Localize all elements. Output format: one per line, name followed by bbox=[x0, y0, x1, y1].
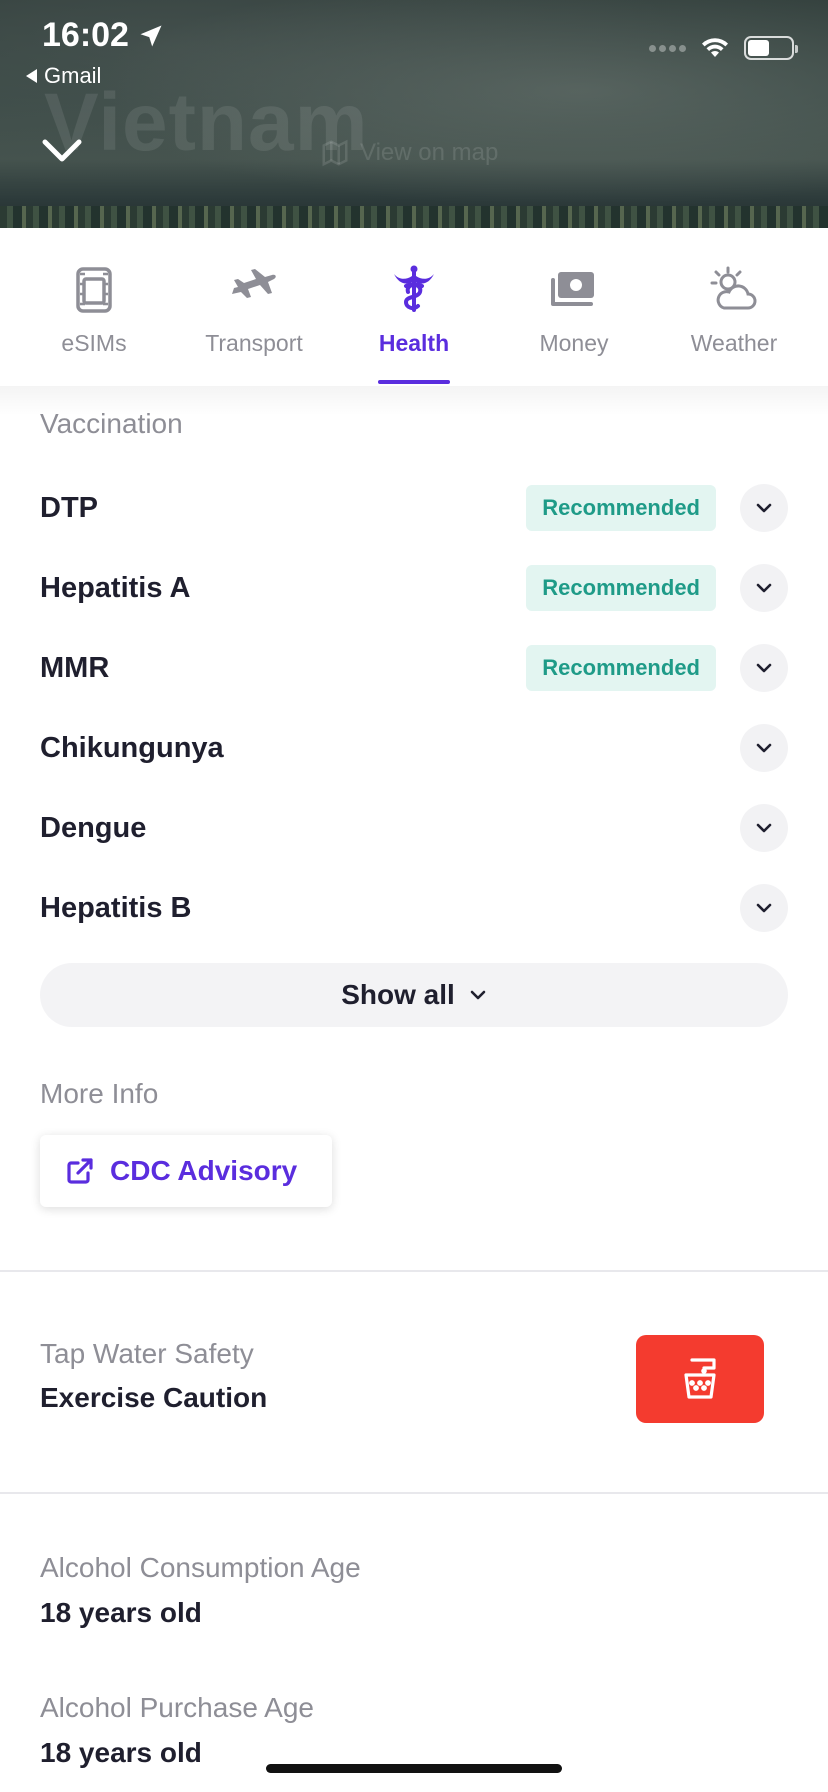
cellular-signal-icon bbox=[649, 44, 686, 52]
show-all-label: Show all bbox=[341, 979, 455, 1010]
tap-water-status-tile bbox=[636, 1335, 764, 1423]
money-icon bbox=[551, 272, 594, 306]
chevron-down-icon bbox=[756, 663, 772, 673]
tab-esims-label: eSIMs bbox=[61, 330, 127, 356]
recommended-badge: Recommended bbox=[526, 645, 716, 691]
chevron-down-icon bbox=[756, 503, 772, 513]
hero-header: Vietnam View on map 16:02 Gmail bbox=[0, 0, 828, 228]
external-link-icon bbox=[67, 1158, 93, 1184]
back-triangle-icon bbox=[26, 69, 37, 83]
alcohol-consumption-label: Alcohol Consumption Age bbox=[40, 1552, 361, 1583]
recommended-badge: Recommended bbox=[526, 565, 716, 611]
vaccine-name: Chikungunya bbox=[40, 731, 224, 764]
expand-button[interactable] bbox=[740, 884, 788, 932]
alcohol-purchase-label: Alcohol Purchase Age bbox=[40, 1692, 314, 1723]
alcohol-consumption-value: 18 years old bbox=[40, 1597, 202, 1628]
view-on-map-link[interactable]: View on map bbox=[320, 138, 498, 168]
map-icon bbox=[322, 139, 348, 167]
expand-button[interactable] bbox=[740, 724, 788, 772]
status-time: 16:02 bbox=[42, 16, 165, 55]
tab-weather-label: Weather bbox=[690, 330, 778, 356]
partly-cloudy-icon bbox=[710, 266, 757, 310]
show-all-button[interactable]: Show all bbox=[40, 963, 788, 1027]
more-info-heading: More Info bbox=[40, 1078, 159, 1109]
vaccine-name: DTP bbox=[40, 491, 98, 524]
chevron-down-icon bbox=[470, 990, 486, 1000]
tab-health-label: Health bbox=[378, 330, 450, 356]
vaccine-row-dengue[interactable]: Dengue bbox=[40, 788, 788, 868]
back-to-app-button[interactable]: Gmail bbox=[26, 63, 101, 89]
vaccine-row-hepatitis-a[interactable]: Hepatitis A Recommended bbox=[40, 548, 788, 628]
caduceus-icon bbox=[394, 265, 434, 312]
tab-health[interactable]: Health bbox=[320, 228, 508, 386]
expand-button[interactable] bbox=[740, 484, 788, 532]
vaccine-name: Dengue bbox=[40, 811, 147, 844]
home-indicator[interactable] bbox=[266, 1764, 562, 1773]
tab-esims[interactable]: eSIMs bbox=[0, 228, 188, 386]
active-tab-indicator bbox=[378, 380, 450, 384]
recommended-badge: Recommended bbox=[526, 485, 716, 531]
tap-water-value: Exercise Caution bbox=[40, 1382, 268, 1413]
tab-weather[interactable]: Weather bbox=[640, 228, 828, 386]
tab-transport[interactable]: Transport bbox=[188, 228, 320, 386]
view-on-map-label: View on map bbox=[360, 139, 499, 166]
chevron-down-icon bbox=[756, 903, 772, 913]
chevron-down-icon bbox=[756, 583, 772, 593]
expand-button[interactable] bbox=[740, 804, 788, 852]
alcohol-purchase-value: 18 years old bbox=[40, 1737, 202, 1768]
wifi-icon bbox=[702, 38, 728, 57]
vaccine-name: MMR bbox=[40, 651, 110, 684]
tap-water-label: Tap Water Safety bbox=[40, 1338, 254, 1369]
chevron-down-icon bbox=[756, 743, 772, 753]
tab-transport-label: Transport bbox=[205, 330, 303, 356]
vaccine-row-dtp[interactable]: DTP Recommended bbox=[40, 468, 788, 548]
chevron-down-icon bbox=[756, 823, 772, 833]
clock-text: 16:02 bbox=[42, 16, 129, 54]
status-indicators bbox=[649, 36, 798, 60]
cdc-advisory-label: CDC Advisory bbox=[110, 1155, 298, 1186]
tab-money-label: Money bbox=[539, 330, 609, 356]
vaccine-row-chikungunya[interactable]: Chikungunya bbox=[40, 708, 788, 788]
vaccine-row-mmr[interactable]: MMR Recommended bbox=[40, 628, 788, 708]
tab-money[interactable]: Money bbox=[508, 228, 640, 386]
water-glass-icon bbox=[684, 1358, 716, 1399]
vaccine-row-hepatitis-b[interactable]: Hepatitis B bbox=[40, 868, 788, 948]
expand-button[interactable] bbox=[740, 564, 788, 612]
vaccination-heading: Vaccination bbox=[40, 408, 183, 439]
vaccine-name: Hepatitis B bbox=[40, 891, 192, 924]
battery-icon bbox=[744, 36, 798, 60]
collapse-chevron-icon[interactable] bbox=[40, 134, 84, 168]
cdc-advisory-link[interactable]: CDC Advisory bbox=[40, 1135, 332, 1207]
vaccine-name: Hepatitis A bbox=[40, 571, 191, 604]
airplane-icon bbox=[232, 269, 276, 298]
sim-card-icon bbox=[76, 267, 112, 313]
back-app-label: Gmail bbox=[44, 63, 102, 88]
category-tabs: eSIMs Transport Health Money Weather bbox=[0, 228, 828, 386]
hero-treeline bbox=[0, 206, 828, 228]
location-arrow-icon bbox=[140, 25, 162, 46]
section-divider bbox=[0, 1270, 828, 1272]
expand-button[interactable] bbox=[740, 644, 788, 692]
section-divider bbox=[0, 1492, 828, 1494]
